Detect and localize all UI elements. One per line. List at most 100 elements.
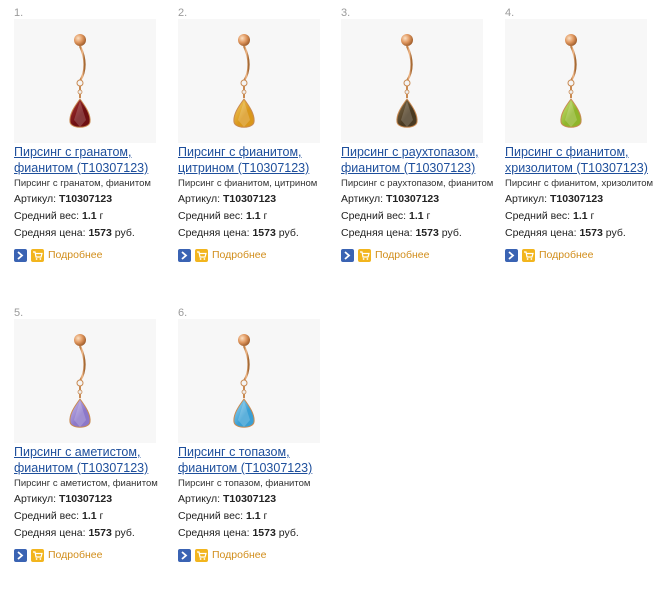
sku-row: Артикул: T10307123 bbox=[178, 493, 276, 505]
product-title-link[interactable]: Пирсинг с топазом, фианитом (T10307123) bbox=[178, 444, 343, 476]
belly-ring-icon bbox=[560, 34, 582, 128]
product-image[interactable] bbox=[178, 19, 320, 143]
item-number: 6. bbox=[178, 307, 188, 319]
weight-value: 1.1 bbox=[82, 210, 97, 222]
weight-row: Средний вес: 1.1 г bbox=[178, 210, 267, 222]
price-value: 1573 bbox=[252, 527, 276, 539]
add-to-cart-button[interactable] bbox=[195, 548, 208, 562]
price-unit: руб. bbox=[278, 227, 299, 239]
product-title-link[interactable]: Пирсинг с фианитом, цитрином (T10307123) bbox=[178, 144, 343, 176]
add-to-cart-button[interactable] bbox=[522, 248, 535, 262]
price-unit: руб. bbox=[114, 527, 135, 539]
go-arrow-button[interactable] bbox=[178, 248, 191, 262]
go-arrow-button[interactable] bbox=[341, 248, 354, 262]
product-image[interactable] bbox=[341, 19, 483, 143]
go-arrow-button[interactable] bbox=[505, 248, 518, 262]
weight-value: 1.1 bbox=[246, 510, 261, 522]
sku-row: Артикул: T10307123 bbox=[178, 193, 276, 205]
price-row: Средняя цена: 1573 руб. bbox=[14, 227, 135, 239]
price-unit: руб. bbox=[441, 227, 462, 239]
weight-label: Средний вес: bbox=[14, 210, 80, 222]
product-title-link[interactable]: Пирсинг с аметистом, фианитом (T10307123… bbox=[14, 444, 179, 476]
sku-row: Артикул: T10307123 bbox=[341, 193, 439, 205]
add-to-cart-button[interactable] bbox=[31, 548, 44, 562]
product-description: Пирсинг с раухтопазом, фианитом bbox=[341, 178, 494, 189]
price-value: 1573 bbox=[88, 227, 112, 239]
price-unit: руб. bbox=[278, 527, 299, 539]
weight-label: Средний вес: bbox=[341, 210, 407, 222]
sku-row: Артикул: T10307123 bbox=[14, 193, 112, 205]
sku-label: Артикул: bbox=[14, 193, 57, 205]
belly-ring-icon bbox=[69, 334, 91, 428]
cart-icon bbox=[360, 250, 370, 260]
weight-unit: г bbox=[263, 210, 268, 222]
product-image[interactable] bbox=[14, 19, 156, 143]
details-link[interactable]: Подробнее bbox=[212, 549, 266, 561]
sku-value: T10307123 bbox=[385, 193, 440, 205]
price-unit: руб. bbox=[605, 227, 626, 239]
product-image[interactable] bbox=[505, 19, 647, 143]
price-label: Средняя цена: bbox=[341, 227, 413, 239]
weight-row: Средний вес: 1.1 г bbox=[178, 510, 267, 522]
cart-icon bbox=[33, 550, 43, 560]
weight-row: Средний вес: 1.1 г bbox=[14, 210, 103, 222]
product-title-link[interactable]: Пирсинг с гранатом, фианитом (T10307123) bbox=[14, 144, 179, 176]
weight-unit: г bbox=[590, 210, 595, 222]
chevron-right-icon bbox=[344, 250, 351, 260]
details-link[interactable]: Подробнее bbox=[375, 249, 429, 261]
item-number: 2. bbox=[178, 7, 188, 19]
sku-row: Артикул: T10307123 bbox=[505, 193, 603, 205]
price-value: 1573 bbox=[88, 527, 112, 539]
product-description: Пирсинг с фианитом, цитрином bbox=[178, 178, 318, 189]
price-label: Средняя цена: bbox=[178, 227, 250, 239]
go-arrow-button[interactable] bbox=[178, 548, 191, 562]
card-actions: Подробнее bbox=[505, 248, 593, 262]
weight-label: Средний вес: bbox=[178, 510, 244, 522]
details-link[interactable]: Подробнее bbox=[539, 249, 593, 261]
price-label: Средняя цена: bbox=[14, 227, 86, 239]
product-image[interactable] bbox=[178, 319, 320, 443]
item-number: 3. bbox=[341, 7, 351, 19]
weight-label: Средний вес: bbox=[178, 210, 244, 222]
belly-ring-icon bbox=[233, 334, 255, 428]
sku-value: T10307123 bbox=[222, 493, 277, 505]
price-value: 1573 bbox=[579, 227, 603, 239]
sku-row: Артикул: T10307123 bbox=[14, 493, 112, 505]
weight-label: Средний вес: bbox=[505, 210, 571, 222]
add-to-cart-button[interactable] bbox=[31, 248, 44, 262]
price-row: Средняя цена: 1573 руб. bbox=[505, 227, 626, 239]
weight-row: Средний вес: 1.1 г bbox=[14, 510, 103, 522]
product-image[interactable] bbox=[14, 319, 156, 443]
card-actions: Подробнее bbox=[178, 248, 266, 262]
weight-unit: г bbox=[99, 210, 104, 222]
details-link[interactable]: Подробнее bbox=[212, 249, 266, 261]
cart-icon bbox=[197, 550, 207, 560]
details-link[interactable]: Подробнее bbox=[48, 249, 102, 261]
sku-value: T10307123 bbox=[549, 193, 604, 205]
product-title-link[interactable]: Пирсинг с фианитом, хризолитом (T1030712… bbox=[505, 144, 661, 176]
weight-value: 1.1 bbox=[409, 210, 424, 222]
chevron-right-icon bbox=[181, 250, 188, 260]
weight-value: 1.1 bbox=[246, 210, 261, 222]
sku-label: Артикул: bbox=[341, 193, 384, 205]
go-arrow-button[interactable] bbox=[14, 248, 27, 262]
weight-unit: г bbox=[263, 510, 268, 522]
weight-label: Средний вес: bbox=[14, 510, 80, 522]
weight-row: Средний вес: 1.1 г bbox=[505, 210, 594, 222]
weight-value: 1.1 bbox=[82, 510, 97, 522]
card-actions: Подробнее bbox=[14, 548, 102, 562]
add-to-cart-button[interactable] bbox=[195, 248, 208, 262]
chevron-right-icon bbox=[508, 250, 515, 260]
go-arrow-button[interactable] bbox=[14, 548, 27, 562]
product-description: Пирсинг с гранатом, фианитом bbox=[14, 178, 151, 189]
card-actions: Подробнее bbox=[14, 248, 102, 262]
add-to-cart-button[interactable] bbox=[358, 248, 371, 262]
item-number: 4. bbox=[505, 7, 515, 19]
product-description: Пирсинг с фианитом, хризолитом bbox=[505, 178, 654, 189]
belly-ring-icon bbox=[396, 34, 418, 128]
card-actions: Подробнее bbox=[341, 248, 429, 262]
details-link[interactable]: Подробнее bbox=[48, 549, 102, 561]
price-unit: руб. bbox=[114, 227, 135, 239]
price-label: Средняя цена: bbox=[505, 227, 577, 239]
product-title-link[interactable]: Пирсинг с раухтопазом, фианитом (T103071… bbox=[341, 144, 506, 176]
